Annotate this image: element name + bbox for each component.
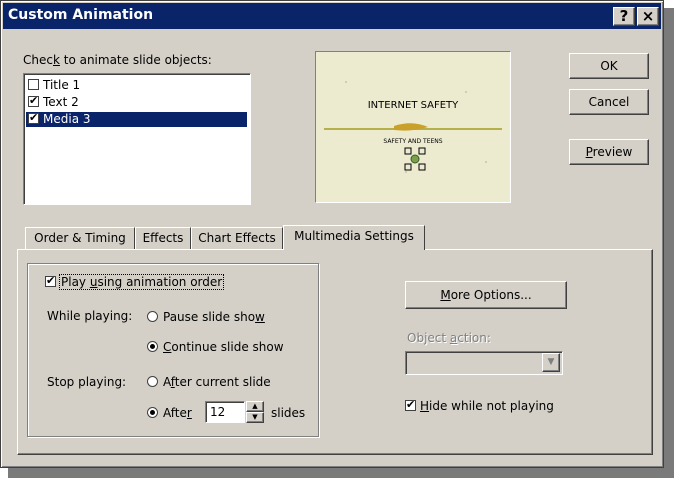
slide-preview-graphic <box>316 52 510 202</box>
objects-label: Check to animate slide objects: <box>23 53 212 67</box>
after-n-slides-radio[interactable] <box>147 407 158 418</box>
ok-button[interactable]: OK <box>569 53 649 79</box>
list-item-media-3[interactable]: Media 3 <box>26 111 247 127</box>
after-current-slide-option[interactable]: After current slide <box>147 375 271 389</box>
list-item-label: Text 2 <box>43 95 79 109</box>
preview-subheading: SAFETY AND TEENS <box>383 138 443 145</box>
dialog-title: Custom Animation <box>8 7 154 23</box>
tab-multimedia-settings[interactable]: Multimedia Settings <box>283 225 425 250</box>
slides-label: slides <box>271 406 306 420</box>
custom-animation-dialog: Custom Animation ? × Check to animate sl… <box>0 0 664 468</box>
help-button[interactable]: ? <box>613 7 635 26</box>
title-1-checkbox[interactable] <box>28 79 39 90</box>
object-action-select: ▼ <box>405 351 563 375</box>
preview-button[interactable]: Preview <box>569 139 649 165</box>
after-current-slide-radio[interactable] <box>147 376 158 387</box>
stop-playing-label: Stop playing: <box>47 375 127 389</box>
slide-count-spinner[interactable]: ▲ ▼ <box>246 401 264 423</box>
play-animation-order-label: Play using animation order <box>58 274 225 290</box>
list-item-label: Media 3 <box>43 112 91 126</box>
after-n-slides-option[interactable]: After <box>147 406 192 420</box>
continue-slide-show-label: Continue slide show <box>163 340 284 354</box>
tab-effects[interactable]: Effects <box>135 227 191 249</box>
spin-up-icon[interactable]: ▲ <box>246 401 264 412</box>
media-3-checkbox[interactable] <box>28 111 39 124</box>
media-object-icon <box>410 154 420 164</box>
hide-while-not-playing-label: Hide while not playing <box>420 399 554 413</box>
continue-slide-show-radio[interactable] <box>147 341 158 352</box>
pause-slide-show-option[interactable]: Pause slide show <box>147 310 265 324</box>
slide-objects-list[interactable]: Title 1 Text 2 Media 3 <box>23 73 251 205</box>
slide-preview: INTERNET SAFETY SAFETY AND TEENS <box>315 51 511 203</box>
hide-while-not-playing-checkbox[interactable] <box>405 398 416 411</box>
more-options-button[interactable]: More Options... <box>405 281 567 309</box>
active-tab-joint <box>284 248 424 251</box>
tab-order-timing[interactable]: Order & Timing <box>25 227 135 249</box>
slide-count-input[interactable]: 12 <box>205 401 245 423</box>
pause-slide-show-label: Pause slide show <box>163 310 265 324</box>
preview-heading: INTERNET SAFETY <box>367 100 459 111</box>
list-item-text-2[interactable]: Text 2 <box>26 94 247 110</box>
while-playing-label: While playing: <box>47 309 133 323</box>
tab-chart-effects[interactable]: Chart Effects <box>191 227 283 249</box>
hide-while-not-playing-option[interactable]: Hide while not playing <box>405 398 554 413</box>
list-item-title-1[interactable]: Title 1 <box>26 78 247 93</box>
close-button[interactable]: × <box>637 7 659 26</box>
cancel-button[interactable]: Cancel <box>569 89 649 115</box>
pause-slide-show-radio[interactable] <box>147 311 158 322</box>
continue-slide-show-option[interactable]: Continue slide show <box>147 340 284 354</box>
object-action-label: Object action: <box>407 331 491 345</box>
text-2-checkbox[interactable] <box>28 94 39 107</box>
title-bar[interactable]: Custom Animation ? × <box>3 3 661 29</box>
play-animation-order-checkbox[interactable] <box>45 274 56 287</box>
chevron-down-icon: ▼ <box>542 353 560 372</box>
play-animation-order-option[interactable]: Play using animation order <box>45 274 225 290</box>
after-current-slide-label: After current slide <box>163 375 271 389</box>
spin-down-icon[interactable]: ▼ <box>246 412 264 423</box>
list-item-label: Title 1 <box>43 78 81 92</box>
after-n-slides-label: After <box>163 406 192 420</box>
